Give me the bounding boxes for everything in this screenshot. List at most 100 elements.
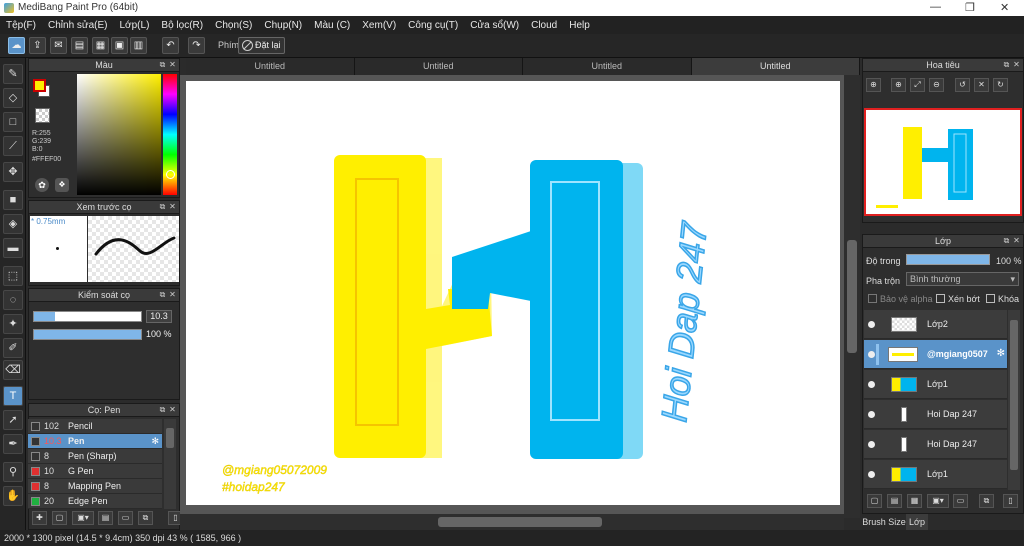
menu-view[interactable]: Xem(V) [362, 20, 396, 31]
new-brush-icon[interactable]: ▢ [52, 511, 67, 525]
menu-cloud[interactable]: Cloud [531, 20, 557, 31]
layer-row[interactable]: Lớp1 [864, 460, 1007, 489]
close-panel-icon[interactable]: ✕ [1012, 236, 1021, 245]
eye-icon[interactable] [868, 411, 875, 418]
brush-duplicate-icon[interactable]: ⧉ [138, 511, 153, 525]
page-manage-icon[interactable]: ▣ [111, 37, 128, 54]
eyedropper-icon[interactable]: ✒ [3, 434, 23, 454]
tab-layer[interactable]: Lớp [906, 514, 928, 530]
new-halftone-layer-icon[interactable]: ▤ [887, 494, 902, 508]
menu-layer[interactable]: Lớp(L) [120, 20, 150, 31]
canvas-paper[interactable]: Hoi Dap 247 @mgiang05072009 #hoidap247 [186, 81, 840, 505]
eraser-tool-icon[interactable]: ◇ [3, 88, 23, 108]
add-brush-icon[interactable]: ✚ [32, 511, 47, 525]
eye-icon[interactable] [868, 441, 875, 448]
comment-icon[interactable]: ✉ [50, 37, 67, 54]
protect-alpha-checkbox[interactable]: Bảo vệ alpha [868, 294, 933, 304]
new-layer-icon[interactable]: ▢ [867, 494, 882, 508]
new-layer-8bit-icon[interactable]: ▦ [907, 494, 922, 508]
close-panel-icon[interactable]: ✕ [168, 405, 177, 414]
vscroll-thumb[interactable] [847, 240, 857, 353]
page-icon[interactable]: ▦ [92, 37, 109, 54]
menu-filter[interactable]: Bộ lọc(R) [161, 20, 203, 31]
layer-opacity-slider[interactable] [906, 254, 990, 265]
brush-item[interactable]: 8 Mapping Pen [28, 479, 162, 494]
brush-copy-icon[interactable]: ▤ [98, 511, 113, 525]
undock-icon[interactable]: ⧉ [1002, 236, 1011, 245]
zoom-out-icon[interactable]: ⊖ [929, 78, 944, 92]
palette-icon[interactable]: ✿ [35, 178, 49, 192]
close-panel-icon[interactable]: ✕ [168, 202, 177, 211]
brush-tool-icon[interactable]: ✎ [3, 64, 23, 84]
gradient-tool-icon[interactable]: ▬ [3, 238, 23, 258]
menu-select[interactable]: Chọn(S) [215, 20, 252, 31]
brush-folder-icon[interactable]: ▭ [118, 511, 133, 525]
tab-untitled-4[interactable]: Untitled [691, 58, 860, 75]
brush-item[interactable]: 10.3 Pen ✻ [28, 434, 162, 449]
dropper-icon[interactable]: ⚲ [3, 462, 23, 482]
upload-icon[interactable]: ⇪ [29, 37, 46, 54]
reset-view-icon[interactable]: ✕ [974, 78, 989, 92]
fit-icon[interactable]: ⤢ [910, 78, 925, 92]
blend-mode-select[interactable]: Bình thường ▾ [906, 272, 1019, 286]
undock-icon[interactable]: ⧉ [158, 202, 167, 211]
operation-tool-icon[interactable]: ➚ [3, 410, 23, 430]
menu-edit[interactable]: Chỉnh sửa(E) [48, 20, 108, 31]
close-panel-icon[interactable]: ✕ [168, 60, 177, 69]
brush-item[interactable]: 102 Pencil [28, 419, 162, 434]
rectangle-tool-icon[interactable]: □ [3, 112, 23, 132]
transparent-swatch[interactable] [35, 108, 50, 123]
tab-untitled-2[interactable]: Untitled [354, 58, 523, 75]
brush-list-scrollbar[interactable] [164, 419, 176, 509]
menu-help[interactable]: Help [569, 20, 590, 31]
layer-add-menu-icon[interactable]: ▣▾ [927, 494, 949, 508]
cloud-icon[interactable]: ☁ [8, 37, 25, 54]
saturation-value-picker[interactable] [77, 74, 161, 195]
pen-toggle[interactable]: Phím [218, 37, 239, 54]
brush-size-slider[interactable] [33, 311, 142, 322]
menu-tools[interactable]: Công cụ(T) [408, 20, 458, 31]
tab-brush-size[interactable]: Brush Size [862, 514, 906, 530]
minimize-icon[interactable]: — [930, 1, 941, 13]
eye-icon[interactable] [868, 321, 875, 328]
undock-icon[interactable]: ⧉ [158, 60, 167, 69]
menu-snap[interactable]: Chụp(N) [264, 20, 302, 31]
foreground-swatch[interactable] [33, 79, 46, 92]
eye-icon[interactable] [868, 381, 875, 388]
tab-untitled-1[interactable]: Untitled [186, 58, 355, 75]
undock-icon[interactable]: ⧉ [158, 405, 167, 414]
navigator-thumbnail[interactable] [864, 108, 1022, 216]
zoom-in-alt-icon[interactable]: ⊕ [891, 78, 906, 92]
select-pen-icon[interactable]: ✐ [3, 338, 23, 358]
brush-item[interactable]: 10 G Pen [28, 464, 162, 479]
lasso-icon[interactable]: ◌ [3, 290, 23, 310]
maximize-icon[interactable]: ❐ [965, 1, 975, 14]
menu-color[interactable]: Màu (C) [314, 20, 350, 31]
color-history-icon[interactable]: ❖ [55, 178, 69, 192]
gear-icon[interactable]: ✻ [151, 434, 159, 449]
select-eraser-icon[interactable]: ⌫ [3, 360, 23, 380]
close-panel-icon[interactable]: ✕ [1012, 60, 1021, 69]
grid-icon[interactable]: ▥ [130, 37, 147, 54]
brush-item[interactable]: 8 Pen (Sharp) [28, 449, 162, 464]
layer-row[interactable]: Lớp2 [864, 310, 1007, 339]
layer-duplicate-icon[interactable]: ⧉ [979, 494, 994, 508]
menu-file[interactable]: Tệp(F) [6, 20, 36, 31]
layer-row[interactable]: Hoi Dap 247 [864, 400, 1007, 429]
line-tool-icon[interactable]: ⟋ [3, 136, 23, 156]
hscroll-thumb[interactable] [438, 517, 602, 527]
reset-button[interactable]: Đặt lại [238, 37, 285, 54]
gear-icon[interactable]: ✻ [997, 348, 1005, 359]
layer-row[interactable]: Lớp1 [864, 370, 1007, 399]
text-tool-icon[interactable]: T [3, 386, 23, 406]
select-rect-icon[interactable]: ⬚ [3, 266, 23, 286]
eye-icon[interactable] [868, 471, 875, 478]
fill-rect-tool-icon[interactable]: ■ [3, 190, 23, 210]
scroll-thumb[interactable] [166, 428, 174, 448]
menu-window[interactable]: Cửa sổ(W) [470, 20, 519, 31]
hue-handle[interactable] [166, 170, 175, 179]
magic-wand-icon[interactable]: ✦ [3, 314, 23, 334]
undo-button[interactable]: ↶ [162, 37, 179, 54]
move-tool-icon[interactable]: ✥ [3, 162, 23, 182]
brush-size-value[interactable]: 10.3 [146, 310, 172, 323]
